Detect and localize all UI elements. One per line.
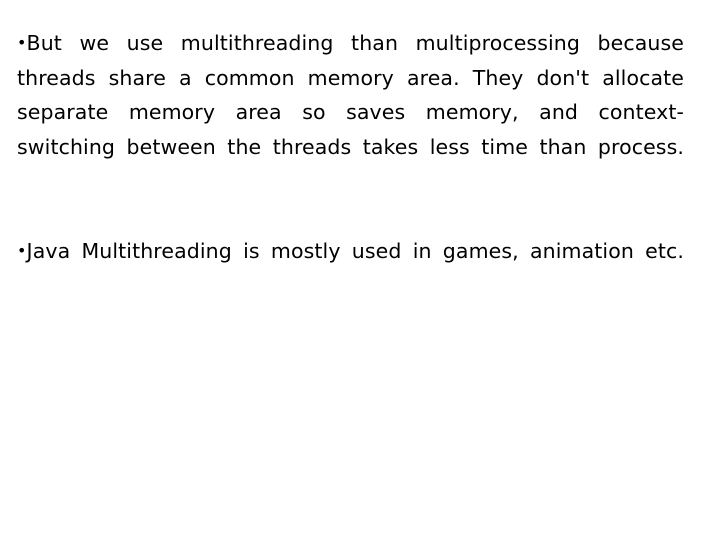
bullet-paragraph-1: •But we use multithreading than multipro…	[17, 26, 684, 199]
bullet-marker-icon: •	[17, 241, 27, 261]
slide-canvas: •But we use multithreading than multipro…	[0, 0, 720, 540]
bullet-marker-icon: •	[17, 33, 27, 53]
bullet-text-1: But we use multithreading than multiproc…	[17, 31, 684, 159]
slide-body-text: •But we use multithreading than multipro…	[17, 26, 684, 303]
bullet-text-2: Java Multithreading is mostly used in ga…	[26, 238, 684, 263]
bullet-paragraph-2: •Java Multithreading is mostly used in g…	[17, 234, 684, 303]
